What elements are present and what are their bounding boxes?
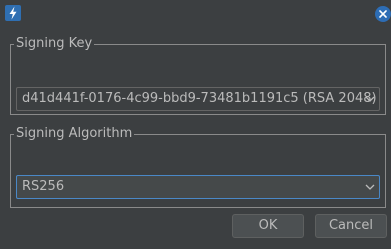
close-icon xyxy=(379,10,387,18)
signing-key-dropdown[interactable]: d41d441f-0176-4c99-bbd9-73481b1191c5 (RS… xyxy=(16,87,380,111)
signing-algorithm-value: RS256 xyxy=(22,179,65,194)
chevron-down-icon xyxy=(365,96,375,102)
signing-algorithm-legend: Signing Algorithm xyxy=(16,126,133,141)
signing-key-group: Signing Key d41d441f-0176-4c99-bbd9-7348… xyxy=(10,37,386,115)
lightning-icon xyxy=(5,5,21,21)
cancel-button[interactable]: Cancel xyxy=(315,214,387,238)
signing-key-value: d41d441f-0176-4c99-bbd9-73481b1191c5 (RS… xyxy=(22,91,377,106)
ok-button[interactable]: OK xyxy=(232,214,304,238)
signing-algorithm-group: Signing Algorithm RS256 xyxy=(10,127,386,208)
title-bar xyxy=(0,0,391,28)
signing-key-legend: Signing Key xyxy=(16,36,93,51)
signing-algorithm-dropdown[interactable]: RS256 xyxy=(16,175,380,199)
chevron-down-icon xyxy=(365,184,375,190)
close-button[interactable] xyxy=(375,6,391,22)
